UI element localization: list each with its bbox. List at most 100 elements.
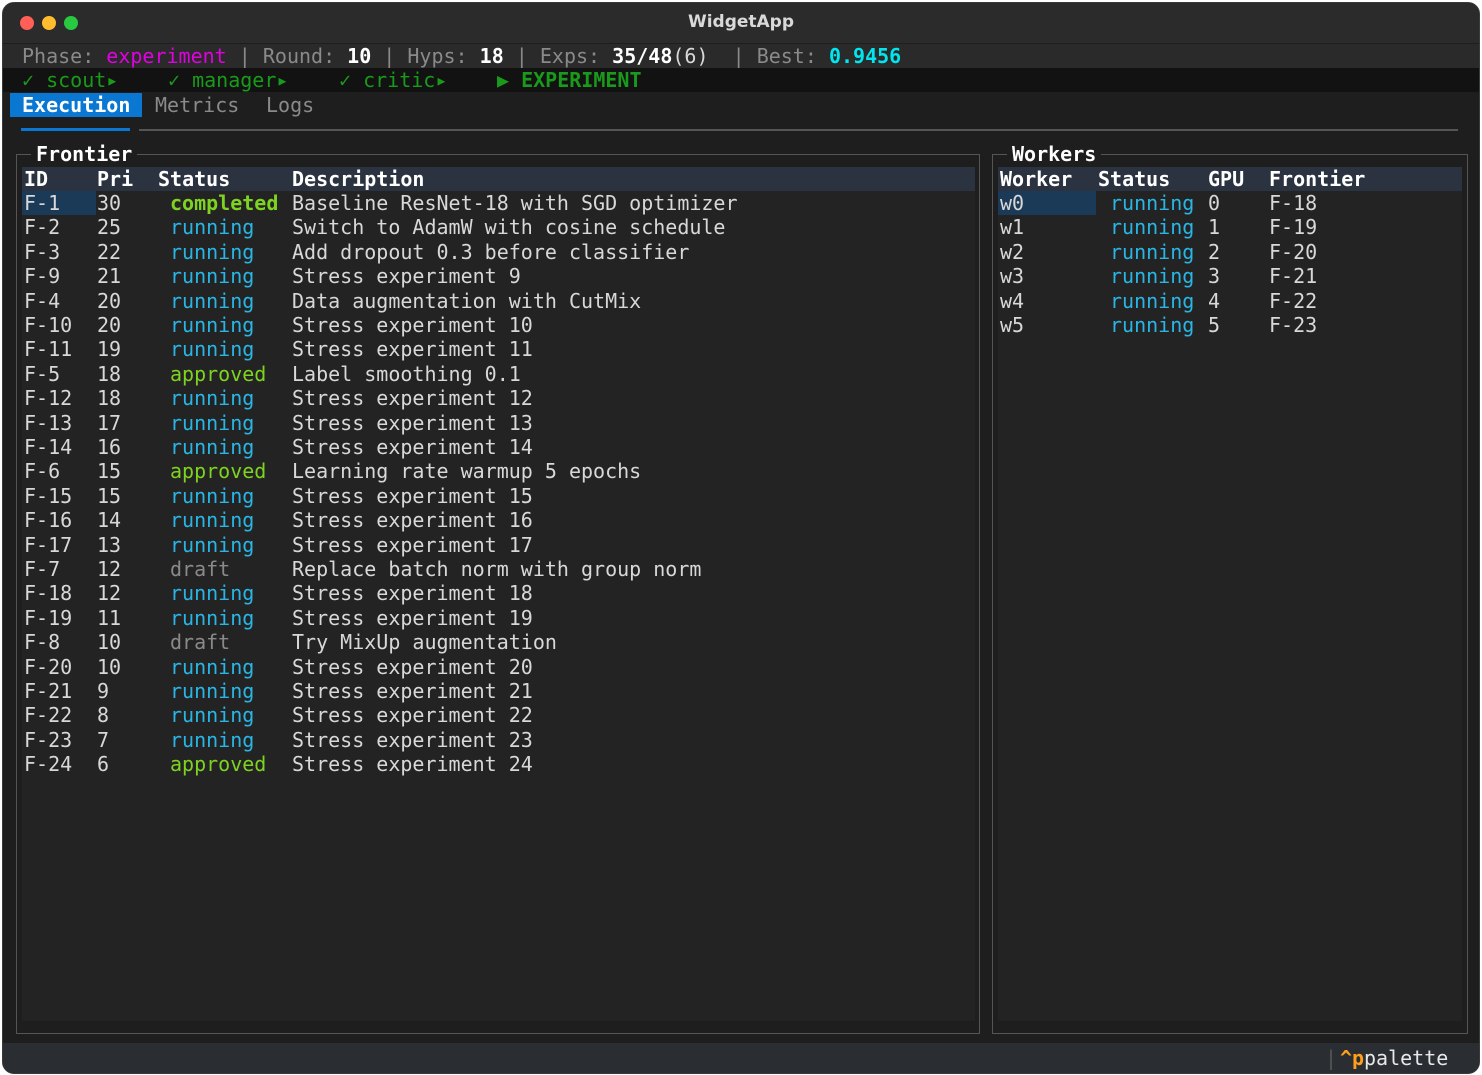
terminal-area: Phase: experiment | Round: 10 | Hyps: 18… (3, 43, 1479, 1073)
table-row[interactable]: F-8 10 draft Try MixUp augmentation (22, 630, 975, 654)
phase-label: Phase: (22, 44, 95, 68)
table-row[interactable]: F-3 22 running Add dropout 0.3 before class… (22, 240, 975, 264)
frontier-description-cell: Stress experiment 18 (292, 581, 533, 606)
frontier-status-cell: completed (170, 191, 279, 215)
column-header-status[interactable]: Status (158, 167, 230, 191)
frontier-priority-cell: 8 (97, 703, 110, 728)
tab-execution[interactable]: Execution (10, 93, 143, 117)
table-row[interactable]: F-11 19 running Stress experiment 11 (22, 337, 975, 361)
table-row[interactable]: w0 running 0 F-18 (998, 191, 1462, 215)
frontier-priority-cell: 18 (97, 361, 122, 386)
status-separator: | (383, 44, 396, 68)
exps-running-count: (6) (672, 44, 709, 68)
table-row[interactable]: F-7 12 draft Replace batch norm with group … (22, 557, 975, 581)
worker-status-cell: running (1110, 215, 1195, 240)
table-row[interactable]: F-9 21 running Stress experiment 9 (22, 264, 975, 288)
tab-divider (139, 129, 1458, 131)
tab-bar: Execution Metrics Logs (3, 93, 1479, 117)
frontier-description-cell: Stress experiment 11 (292, 337, 533, 362)
frontier-priority-cell: 7 (97, 727, 110, 752)
frontier-id-cell: F-12 (24, 386, 73, 411)
frontier-priority-cell: 18 (97, 386, 122, 411)
frontier-id-cell: F-6 (24, 459, 61, 484)
workers-table[interactable]: Worker Status GPU Frontier w0 running 0 F-1… (998, 167, 1462, 1021)
column-header-worker[interactable]: Worker (1000, 167, 1072, 191)
table-row[interactable]: F-18 12 running Stress experiment 18 (22, 581, 975, 605)
table-row[interactable]: F-5 18 approved Label smoothing 0.1 (22, 362, 975, 386)
table-row[interactable]: F-10 20 running Stress experiment 10 (22, 313, 975, 337)
frontier-id-cell: F-24 (24, 752, 73, 777)
table-row[interactable]: F-22 8 running Stress experiment 22 (22, 703, 975, 727)
frontier-priority-cell: 22 (97, 239, 122, 264)
frontier-status-cell: approved (170, 752, 267, 777)
frontier-description-cell: Data augmentation with CutMix (292, 288, 642, 313)
table-row[interactable]: F-17 13 running Stress experiment 17 (22, 533, 975, 557)
table-row[interactable]: w5 running 5 F-23 (998, 313, 1462, 337)
frontier-id-cell: F-10 (24, 313, 73, 337)
phase-value: experiment (106, 44, 227, 68)
frontier-priority-cell: 9 (97, 679, 110, 703)
frontier-status-cell: running (170, 288, 255, 313)
worker-frontier-cell: F-22 (1269, 288, 1318, 313)
table-row[interactable]: F-13 17 running Stress experiment 13 (22, 411, 975, 435)
table-row[interactable]: F-6 15 approved Learning rate warmup 5 epoc… (22, 459, 975, 483)
frontier-panel-title: Frontier (31, 142, 138, 166)
frontier-description-cell: Stress experiment 24 (292, 752, 533, 777)
worker-name-cell: w5 (1000, 313, 1025, 337)
pipeline-stage-experiment: ▶ EXPERIMENT (497, 68, 642, 92)
frontier-priority-cell: 15 (97, 459, 122, 484)
table-row[interactable]: F-2 25 running Switch to AdamW with cosine … (22, 215, 975, 239)
frontier-table[interactable]: ID Pri Status Description F-1 30 completed… (22, 167, 975, 1021)
frontier-description-cell: Try MixUp augmentation (292, 630, 557, 655)
column-header-status[interactable]: Status (1098, 167, 1170, 191)
column-header-gpu[interactable]: GPU (1208, 167, 1244, 191)
frontier-description-cell: Stress experiment 21 (292, 679, 533, 703)
column-header-id[interactable]: ID (24, 167, 48, 191)
frontier-status-cell: running (170, 703, 255, 728)
status-separator: | (732, 44, 745, 68)
column-header-frontier[interactable]: Frontier (1269, 167, 1365, 191)
frontier-id-cell: F-9 (24, 264, 61, 289)
frontier-description-cell: Stress experiment 19 (292, 605, 533, 630)
frontier-description-cell: Stress experiment 13 (292, 410, 533, 435)
tab-metrics[interactable]: Metrics (155, 93, 239, 117)
frontier-priority-cell: 10 (97, 654, 122, 679)
table-row[interactable]: F-14 16 running Stress experiment 14 (22, 435, 975, 459)
table-row[interactable]: F-1 30 completed Baseline ResNet-18 with SG… (22, 191, 975, 215)
table-row[interactable]: F-16 14 running Stress experiment 16 (22, 508, 975, 532)
frontier-id-cell: F-13 (24, 410, 73, 435)
frontier-status-cell: draft (170, 557, 231, 581)
table-row[interactable]: w2 running 2 F-20 (998, 240, 1462, 264)
frontier-panel: Frontier ID Pri Status Description F-1 30… (16, 142, 980, 1034)
table-row[interactable]: F-15 15 running Stress experiment 15 (22, 484, 975, 508)
table-row[interactable]: F-20 10 running Stress experiment 20 (22, 655, 975, 679)
frontier-description-cell: Stress experiment 10 (292, 313, 533, 337)
table-row[interactable]: w3 running 3 F-21 (998, 264, 1462, 288)
palette-shortcut-key[interactable]: ^p (1340, 1046, 1364, 1070)
status-bar: Phase: experiment | Round: 10 | Hyps: 18… (3, 44, 1479, 68)
palette-shortcut-label[interactable]: palette (1364, 1046, 1448, 1070)
table-row[interactable]: F-19 11 running Stress experiment 19 (22, 606, 975, 630)
column-header-pri[interactable]: Pri (97, 167, 133, 191)
table-row[interactable]: F-4 20 running Data augmentation with CutMi… (22, 289, 975, 313)
frontier-id-cell: F-8 (24, 630, 61, 655)
worker-gpu-cell: 0 (1208, 191, 1221, 215)
table-row[interactable]: w4 running 4 F-22 (998, 289, 1462, 313)
table-row[interactable]: w1 running 1 F-19 (998, 215, 1462, 239)
frontier-status-cell: running (170, 264, 255, 289)
table-row[interactable]: F-23 7 running Stress experiment 23 (22, 728, 975, 752)
frontier-id-cell: F-14 (24, 435, 73, 459)
tab-logs[interactable]: Logs (266, 93, 314, 117)
column-header-description[interactable]: Description (292, 167, 424, 191)
hyps-label: Hyps: (407, 44, 468, 68)
frontier-status-cell: running (170, 239, 255, 264)
table-row[interactable]: F-12 18 running Stress experiment 12 (22, 386, 975, 410)
table-row[interactable]: F-24 6 approved Stress experiment 24 (22, 752, 975, 776)
frontier-description-cell: Learning rate warmup 5 epochs (292, 459, 642, 484)
pipeline-stage-scout: ✓ scout▸ (22, 68, 119, 92)
frontier-description-cell: Baseline ResNet-18 with SGD optimizer (292, 191, 738, 215)
table-row[interactable]: F-21 9 running Stress experiment 21 (22, 679, 975, 703)
title-bar: WidgetApp (3, 3, 1479, 43)
frontier-status-cell: running (170, 532, 255, 557)
frontier-priority-cell: 16 (97, 435, 122, 459)
